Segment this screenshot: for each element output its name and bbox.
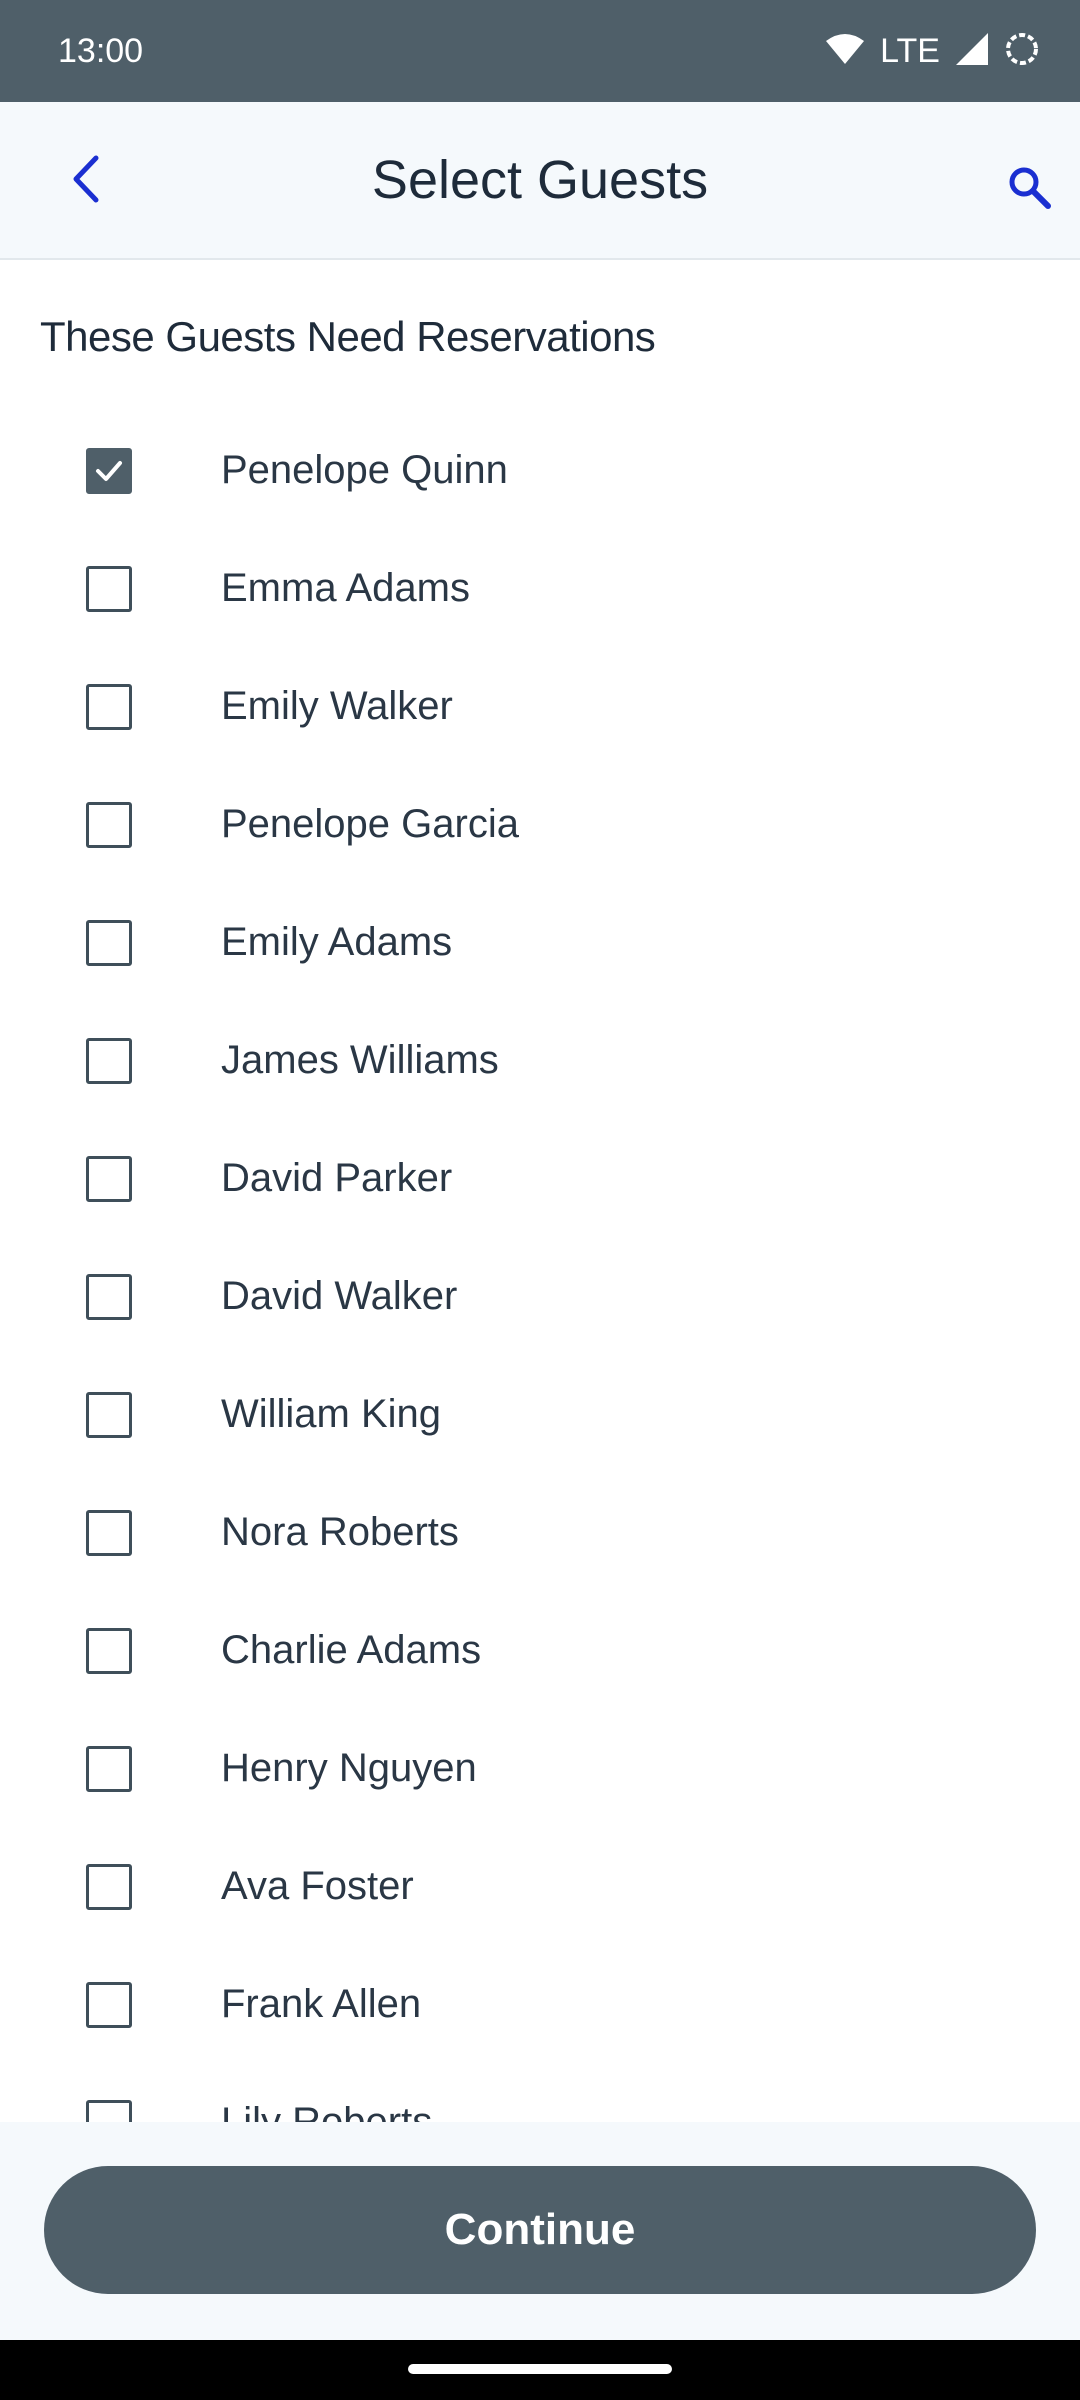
guest-row[interactable]: Ava Foster [0, 1830, 1080, 1948]
guest-row[interactable]: Nora Roberts [0, 1476, 1080, 1594]
guest-row[interactable]: Emily Adams [0, 886, 1080, 1004]
guest-row[interactable]: Emily Walker [0, 650, 1080, 768]
guest-row[interactable]: David Walker [0, 1240, 1080, 1358]
battery-icon [1004, 31, 1040, 72]
guest-checkbox[interactable] [86, 2100, 132, 2122]
section-heading: These Guests Need Reservations [40, 313, 656, 360]
search-button[interactable] [994, 154, 1064, 224]
wifi-icon [826, 33, 865, 69]
guest-checkbox[interactable] [86, 1038, 132, 1084]
guest-name: Emily Walker [221, 684, 453, 728]
guest-name: Nora Roberts [221, 1510, 459, 1554]
guest-name: David Walker [221, 1274, 458, 1318]
guest-name: Penelope Quinn [221, 448, 508, 492]
guest-list: Penelope Quinn Emma Adams Emily Walker Pene… [0, 414, 1080, 2122]
guest-row[interactable]: Charlie Adams [0, 1594, 1080, 1712]
guest-checkbox[interactable] [86, 802, 132, 848]
search-icon [1006, 164, 1052, 215]
guest-checkbox[interactable] [86, 1156, 132, 1202]
guest-name: Lily Roberts [221, 2100, 433, 2122]
guest-checkbox[interactable] [86, 1746, 132, 1792]
app-bar: Select Guests [0, 102, 1080, 260]
guest-checkbox[interactable] [86, 1982, 132, 2028]
guest-name: Henry Nguyen [221, 1746, 477, 1790]
guest-checkbox[interactable] [86, 1392, 132, 1438]
guest-row[interactable]: Penelope Quinn [0, 414, 1080, 532]
guest-row[interactable]: William King [0, 1358, 1080, 1476]
status-icons: LTE [826, 28, 1040, 74]
guest-checkbox[interactable] [86, 1628, 132, 1674]
guest-name: James Williams [221, 1038, 499, 1082]
status-bar: 13:00 LTE [0, 0, 1080, 102]
guest-name: William King [221, 1392, 442, 1436]
guest-checkbox[interactable] [86, 920, 132, 966]
bottom-panel: Continue [0, 2122, 1080, 2340]
guest-checkbox[interactable] [86, 1864, 132, 1910]
guest-row[interactable]: Penelope Garcia [0, 768, 1080, 886]
status-time: 13:00 [58, 32, 144, 70]
checkmark-icon [96, 461, 122, 481]
guest-selection-content[interactable]: These Guests Need Reservations Penelope … [0, 260, 1080, 2122]
home-handle[interactable] [408, 2364, 672, 2374]
guest-checkbox[interactable] [86, 1274, 132, 1320]
guest-name: David Parker [221, 1156, 453, 1200]
guest-name: Charlie Adams [221, 1628, 482, 1672]
guest-row[interactable]: David Parker [0, 1122, 1080, 1240]
guest-checkbox[interactable] [86, 448, 132, 494]
guest-row[interactable]: Lily Roberts [0, 2066, 1080, 2122]
guest-row[interactable]: Emma Adams [0, 532, 1080, 650]
page-title: Select Guests [371, 150, 709, 210]
guest-row[interactable]: Henry Nguyen [0, 1712, 1080, 1830]
guest-checkbox[interactable] [86, 566, 132, 612]
continue-button[interactable]: Continue [44, 2166, 1036, 2294]
guest-name: Ava Foster [221, 1864, 414, 1908]
system-navigation-bar [0, 2340, 1080, 2400]
signal-icon [956, 32, 988, 70]
guest-name: Emily Adams [221, 920, 453, 964]
guest-checkbox[interactable] [86, 684, 132, 730]
guest-name: Penelope Garcia [221, 802, 519, 846]
guest-name: Frank Allen [221, 1982, 422, 2026]
network-type-label: LTE [880, 32, 940, 70]
guest-row[interactable]: Frank Allen [0, 1948, 1080, 2066]
guest-checkbox[interactable] [86, 1510, 132, 1556]
guest-row[interactable]: James Williams [0, 1004, 1080, 1122]
guest-name: Emma Adams [221, 566, 470, 610]
